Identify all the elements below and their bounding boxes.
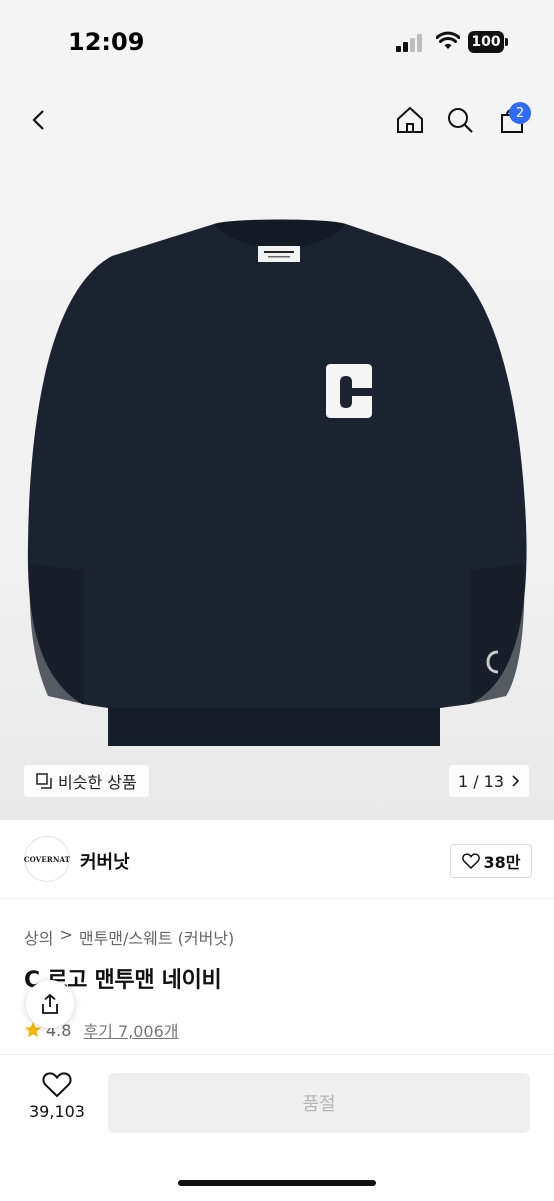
brand-logo[interactable]: COVERNAT <box>24 836 70 882</box>
wifi-icon <box>436 31 460 49</box>
share-button[interactable] <box>26 980 74 1028</box>
home-button[interactable] <box>390 100 430 140</box>
similar-products-button[interactable]: 비슷한 상품 <box>24 765 149 797</box>
battery-level: 100 <box>471 34 501 50</box>
breadcrumb-item-category[interactable]: 상의 <box>24 925 53 949</box>
back-icon <box>32 110 44 130</box>
similar-icon <box>36 773 52 789</box>
reviews-link[interactable]: 후기 7,006개 <box>83 1018 178 1042</box>
brand-like-button[interactable]: 38만 <box>450 844 532 878</box>
home-icon <box>397 106 423 133</box>
wishlist-button[interactable]: 39,103 <box>24 1072 90 1121</box>
breadcrumb-separator: > <box>59 925 73 944</box>
search-icon <box>448 108 473 133</box>
signal-icon <box>396 34 424 52</box>
battery-nub <box>505 38 508 46</box>
sold-out-button[interactable]: 품절 <box>108 1073 530 1133</box>
wishlist-count: 39,103 <box>29 1102 85 1121</box>
heart-icon <box>42 1072 72 1098</box>
cart-count-badge: 2 <box>509 102 531 124</box>
sweatshirt-illustration <box>27 219 527 746</box>
brand-name[interactable]: 커버낫 <box>80 848 130 874</box>
home-indicator[interactable] <box>178 1180 376 1186</box>
brand-row[interactable]: COVERNAT 커버낫 38만 <box>0 820 554 899</box>
search-button[interactable] <box>440 100 480 140</box>
heart-icon <box>461 853 480 869</box>
status-bar: 12:09 100 <box>0 0 554 84</box>
breadcrumb-item-subcategory[interactable]: 맨투맨/스웨트 (커버낫) <box>79 925 234 949</box>
page-indicator: 1 / 13 <box>457 771 505 791</box>
share-icon <box>42 993 58 1014</box>
image-pager[interactable]: 1 / 13 <box>449 765 529 797</box>
breadcrumb: 상의 > 맨투맨/스웨트 (커버낫) <box>24 925 234 949</box>
product-image[interactable] <box>0 84 554 820</box>
brand-like-count: 38만 <box>483 853 521 872</box>
battery-icon: 100 <box>468 31 504 53</box>
status-time: 12:09 <box>68 28 145 56</box>
chevron-right-icon <box>512 775 520 787</box>
similar-products-label: 비슷한 상품 <box>58 773 137 792</box>
back-button[interactable] <box>20 100 60 140</box>
